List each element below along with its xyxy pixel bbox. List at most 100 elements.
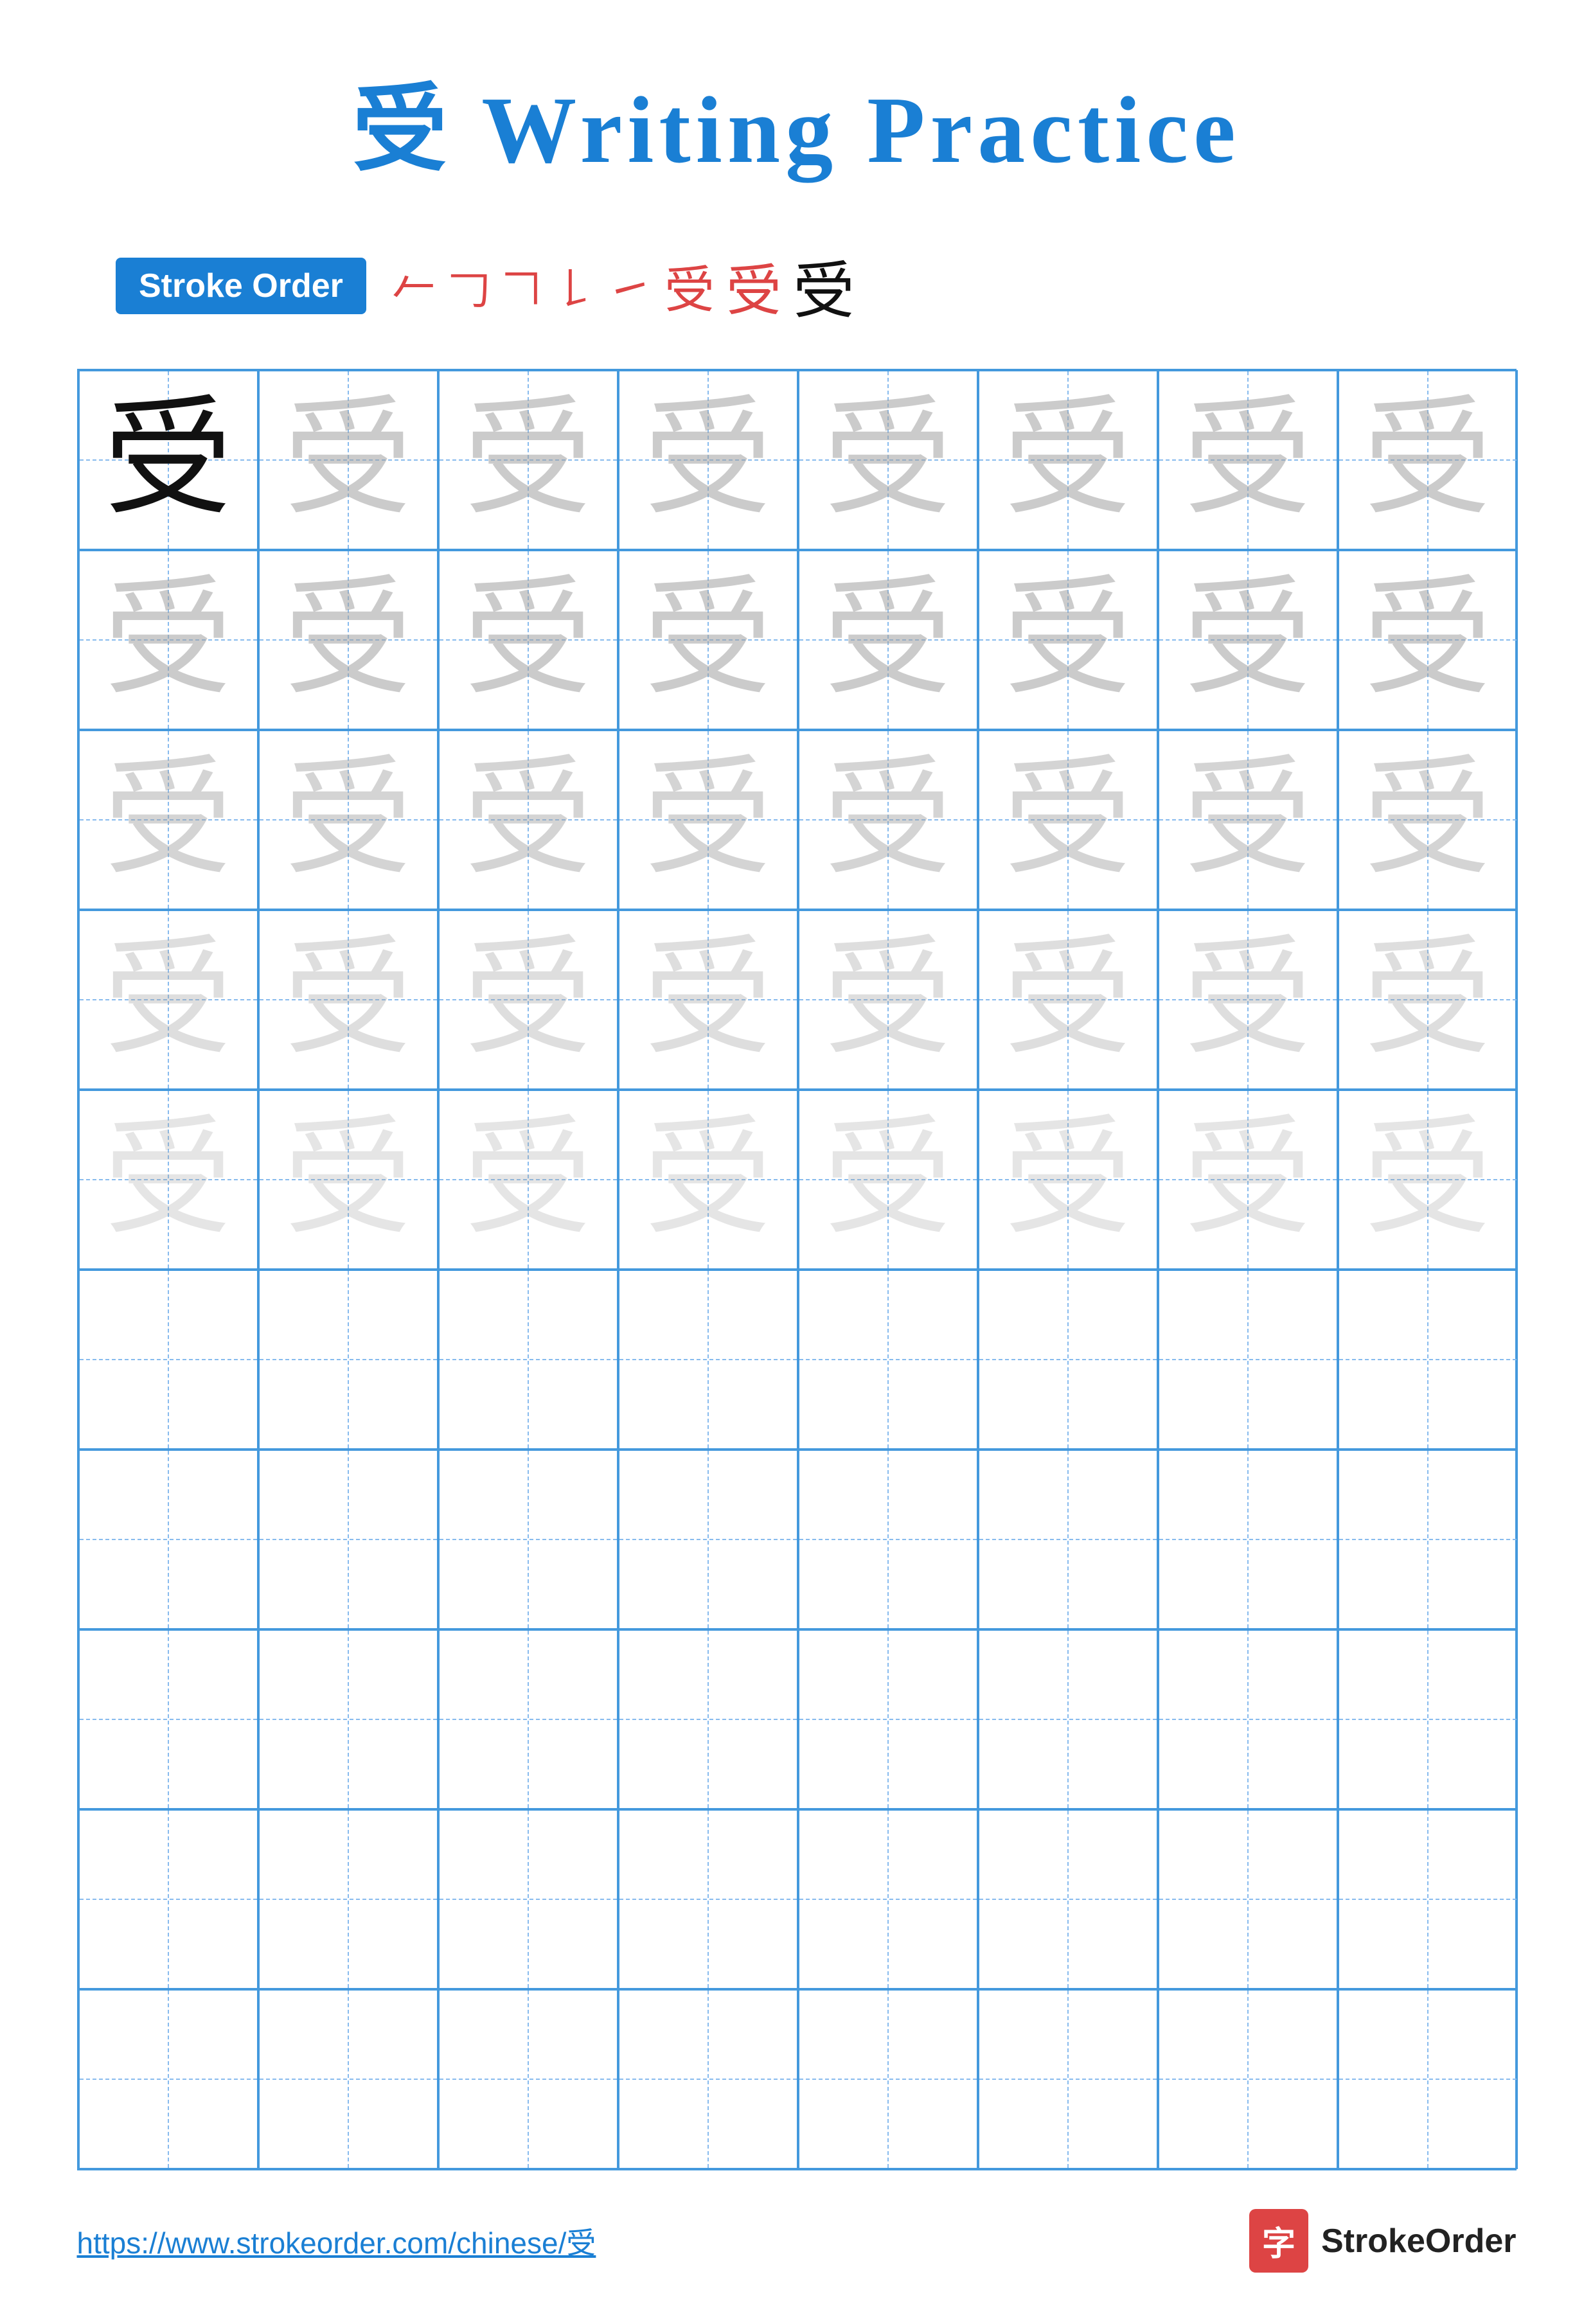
- footer-url[interactable]: https://www.strokeorder.com/chinese/受: [77, 2220, 596, 2262]
- grid-cell-r4c1[interactable]: 受: [78, 910, 258, 1090]
- grid-cell-r7c1[interactable]: [78, 1450, 258, 1629]
- grid-cell-r3c7[interactable]: 受: [1158, 730, 1338, 910]
- grid-cell-r9c5[interactable]: [798, 1809, 978, 1989]
- grid-cell-r4c3[interactable]: 受: [438, 910, 618, 1090]
- grid-cell-r2c5[interactable]: 受: [798, 550, 978, 730]
- stroke-step-4: 𠄌: [553, 255, 595, 317]
- grid-cell-r1c8[interactable]: 受: [1338, 370, 1518, 550]
- grid-cell-r3c5[interactable]: 受: [798, 730, 978, 910]
- grid-cell-r6c7[interactable]: [1158, 1270, 1338, 1450]
- grid-cell-r7c3[interactable]: [438, 1450, 618, 1629]
- grid-cell-r5c3[interactable]: 受: [438, 1090, 618, 1270]
- grid-cell-r9c3[interactable]: [438, 1809, 618, 1989]
- practice-char: 受: [643, 756, 772, 884]
- grid-cell-r2c7[interactable]: 受: [1158, 550, 1338, 730]
- grid-cell-r9c7[interactable]: [1158, 1809, 1338, 1989]
- grid-cell-r5c4[interactable]: 受: [618, 1090, 798, 1270]
- grid-cell-r7c5[interactable]: [798, 1450, 978, 1629]
- practice-char: 受: [103, 1115, 232, 1244]
- grid-cell-r5c7[interactable]: 受: [1158, 1090, 1338, 1270]
- title-chinese-char: 受: [352, 78, 452, 183]
- grid-cell-r8c5[interactable]: [798, 1629, 978, 1809]
- grid-cell-r4c8[interactable]: 受: [1338, 910, 1518, 1090]
- grid-cell-r6c8[interactable]: [1338, 1270, 1518, 1450]
- grid-cell-r6c4[interactable]: [618, 1270, 798, 1450]
- grid-cell-r6c6[interactable]: [978, 1270, 1158, 1450]
- grid-cell-r6c3[interactable]: [438, 1270, 618, 1450]
- grid-cell-r9c8[interactable]: [1338, 1809, 1518, 1989]
- grid-cell-r9c6[interactable]: [978, 1809, 1158, 1989]
- grid-cell-r5c6[interactable]: 受: [978, 1090, 1158, 1270]
- grid-cell-r8c3[interactable]: [438, 1629, 618, 1809]
- grid-cell-r8c8[interactable]: [1338, 1629, 1518, 1809]
- grid-cell-r1c3[interactable]: 受: [438, 370, 618, 550]
- grid-cell-r10c5[interactable]: [798, 1989, 978, 2169]
- grid-cell-r4c2[interactable]: 受: [258, 910, 438, 1090]
- grid-cell-r1c2[interactable]: 受: [258, 370, 438, 550]
- grid-cell-r7c2[interactable]: [258, 1450, 438, 1629]
- grid-cell-r3c8[interactable]: 受: [1338, 730, 1518, 910]
- footer-logo: 字 StrokeOrder: [1249, 2209, 1516, 2273]
- stroke-order-row: Stroke Order 𠂉 𠃌 𠃍 𠄌 ㇀ 受 受 受: [116, 241, 855, 330]
- grid-cell-r7c8[interactable]: [1338, 1450, 1518, 1629]
- practice-char: 受: [463, 576, 592, 704]
- grid-cell-r3c4[interactable]: 受: [618, 730, 798, 910]
- grid-cell-r8c7[interactable]: [1158, 1629, 1338, 1809]
- grid-cell-r10c3[interactable]: [438, 1989, 618, 2169]
- grid-cell-r2c4[interactable]: 受: [618, 550, 798, 730]
- grid-cell-r6c2[interactable]: [258, 1270, 438, 1450]
- grid-cell-r2c8[interactable]: 受: [1338, 550, 1518, 730]
- grid-cell-r1c1[interactable]: 受: [78, 370, 258, 550]
- grid-cell-r1c5[interactable]: 受: [798, 370, 978, 550]
- stroke-step-5: ㇀: [607, 252, 653, 319]
- grid-cell-r4c4[interactable]: 受: [618, 910, 798, 1090]
- grid-cell-r2c2[interactable]: 受: [258, 550, 438, 730]
- grid-cell-r3c2[interactable]: 受: [258, 730, 438, 910]
- grid-cell-r4c6[interactable]: 受: [978, 910, 1158, 1090]
- grid-cell-r6c5[interactable]: [798, 1270, 978, 1450]
- grid-cell-r7c6[interactable]: [978, 1450, 1158, 1629]
- grid-cell-r5c8[interactable]: 受: [1338, 1090, 1518, 1270]
- practice-char: 受: [643, 396, 772, 524]
- practice-char: 受: [283, 576, 412, 704]
- grid-cell-r1c4[interactable]: 受: [618, 370, 798, 550]
- grid-cell-r10c8[interactable]: [1338, 1989, 1518, 2169]
- grid-cell-r10c1[interactable]: [78, 1989, 258, 2169]
- grid-cell-r2c6[interactable]: 受: [978, 550, 1158, 730]
- grid-cell-r7c4[interactable]: [618, 1450, 798, 1629]
- grid-cell-r10c7[interactable]: [1158, 1989, 1338, 2169]
- grid-cell-r3c3[interactable]: 受: [438, 730, 618, 910]
- grid-cell-r1c7[interactable]: 受: [1158, 370, 1338, 550]
- grid-cell-r3c1[interactable]: 受: [78, 730, 258, 910]
- practice-char: 受: [103, 936, 232, 1064]
- grid-cell-r8c2[interactable]: [258, 1629, 438, 1809]
- practice-char: 受: [1003, 1115, 1132, 1244]
- grid-cell-r5c2[interactable]: 受: [258, 1090, 438, 1270]
- stroke-step-7: 受: [726, 245, 781, 326]
- grid-cell-r4c5[interactable]: 受: [798, 910, 978, 1090]
- grid-cell-r8c1[interactable]: [78, 1629, 258, 1809]
- footer-logo-char: 字: [1249, 2209, 1308, 2273]
- grid-cell-r5c5[interactable]: 受: [798, 1090, 978, 1270]
- grid-cell-r5c1[interactable]: 受: [78, 1090, 258, 1270]
- grid-cell-r7c7[interactable]: [1158, 1450, 1338, 1629]
- practice-char: 受: [1183, 756, 1312, 884]
- grid-cell-r4c7[interactable]: 受: [1158, 910, 1338, 1090]
- grid-cell-r8c4[interactable]: [618, 1629, 798, 1809]
- grid-cell-r10c2[interactable]: [258, 1989, 438, 2169]
- grid-cell-r6c1[interactable]: [78, 1270, 258, 1450]
- grid-cell-r9c2[interactable]: [258, 1809, 438, 1989]
- grid-cell-r10c4[interactable]: [618, 1989, 798, 2169]
- grid-cell-r9c4[interactable]: [618, 1809, 798, 1989]
- grid-cell-r1c6[interactable]: 受: [978, 370, 1158, 550]
- practice-char: 受: [283, 756, 412, 884]
- practice-char: 受: [823, 396, 952, 524]
- grid-cell-r10c6[interactable]: [978, 1989, 1158, 2169]
- practice-char: 受: [1003, 396, 1132, 524]
- grid-cell-r3c6[interactable]: 受: [978, 730, 1158, 910]
- grid-cell-r2c1[interactable]: 受: [78, 550, 258, 730]
- grid-cell-r2c3[interactable]: 受: [438, 550, 618, 730]
- grid-cell-r8c6[interactable]: [978, 1629, 1158, 1809]
- practice-char: 受: [1183, 1115, 1312, 1244]
- grid-cell-r9c1[interactable]: [78, 1809, 258, 1989]
